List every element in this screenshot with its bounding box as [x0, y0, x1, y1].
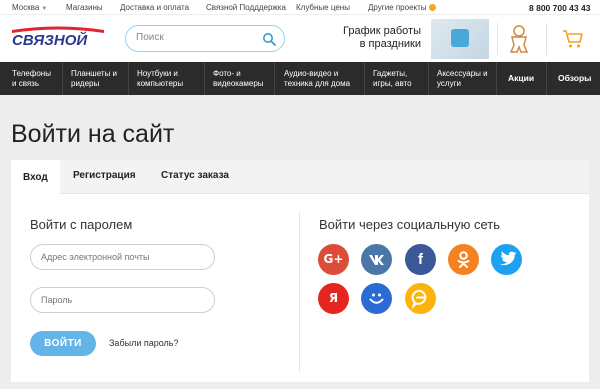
cart-icon[interactable]	[562, 29, 584, 49]
calendar-icon	[451, 29, 469, 47]
promo-text: График работы в праздники	[343, 25, 421, 51]
nav-item-phones[interactable]: Телефоны и связь	[12, 69, 51, 89]
nav-item-promotions[interactable]: Акции	[508, 73, 534, 83]
forgot-password-link[interactable]: Забыли пароль?	[109, 338, 178, 348]
nav-item-tablets[interactable]: Планшеты и ридеры	[71, 69, 117, 89]
twitter-icon	[499, 251, 517, 266]
yandex-icon: Я	[328, 291, 339, 305]
tab-order-status[interactable]: Статус заказа	[149, 160, 241, 194]
city-selector[interactable]: Москва ▼	[12, 3, 47, 12]
mail-ru-button[interactable]	[361, 283, 392, 314]
nav-divider	[128, 62, 129, 95]
promo-image	[431, 19, 489, 59]
logo[interactable]: СВЯЗНОЙ	[10, 25, 106, 49]
vk-button[interactable]	[361, 244, 392, 275]
city-label: Москва	[12, 3, 40, 12]
section-divider	[299, 212, 300, 372]
odnoklassniki-icon	[457, 251, 470, 268]
password-login-heading: Войти с паролем	[30, 217, 133, 232]
projects-badge-icon	[428, 4, 436, 11]
topbar-link-other-projects[interactable]: Другие проекты	[368, 3, 436, 12]
chevron-down-icon: ▼	[41, 6, 48, 12]
nav-divider	[428, 62, 429, 95]
smile-icon	[369, 293, 384, 304]
facebook-button[interactable]: f	[405, 244, 436, 275]
facebook-icon: f	[418, 251, 423, 268]
password-input[interactable]	[41, 295, 206, 305]
topbar-link-support[interactable]: Связной Подддержка	[206, 3, 286, 12]
nav-item-reviews[interactable]: Обзоры	[558, 73, 591, 83]
chat-bubble-icon	[411, 289, 427, 310]
promo-line-1: График работы	[343, 25, 421, 37]
email-input[interactable]	[41, 252, 206, 262]
logo-text: СВЯЗНОЙ	[12, 31, 88, 47]
other-projects-label: Другие проекты	[368, 3, 427, 12]
topbar-link-club-prices[interactable]: Клубные цены	[296, 3, 350, 12]
twitter-button[interactable]	[491, 244, 522, 275]
nav-divider	[496, 62, 497, 95]
login-tabs: Вход Регистрация Статус заказа	[11, 160, 589, 195]
nav-item-audio-video[interactable]: Аудио-видео и техника для дома	[284, 69, 350, 89]
topbar-link-delivery[interactable]: Доставка и оплата	[120, 3, 189, 12]
header: СВЯЗНОЙ График работы в праздники	[0, 14, 600, 62]
login-card: Вход Регистрация Статус заказа Войти с п…	[11, 160, 589, 382]
google-plus-icon: G+	[323, 252, 344, 266]
search-input[interactable]	[136, 32, 256, 43]
login-button[interactable]: ВОЙТИ	[30, 331, 96, 356]
tab-login[interactable]: Вход	[11, 160, 60, 195]
search-box[interactable]	[125, 25, 285, 52]
gingerbread-icon[interactable]	[508, 25, 530, 53]
logo-icon: СВЯЗНОЙ	[12, 26, 104, 49]
nav-divider	[364, 62, 365, 95]
top-utility-bar: Москва ▼ Магазины Доставка и оплата Связн…	[0, 0, 600, 14]
social-login-heading: Войти через социальную сеть	[319, 217, 500, 232]
email-field[interactable]	[30, 244, 215, 270]
header-divider	[546, 23, 547, 55]
nav-item-accessories[interactable]: Аксессуары и услуги	[437, 69, 488, 89]
nav-divider	[546, 62, 547, 95]
vk-icon	[369, 255, 384, 265]
nav-divider	[62, 62, 63, 95]
google-plus-button[interactable]: G+	[318, 244, 349, 275]
nav-item-laptops[interactable]: Ноутбуки и компьютеры	[137, 69, 183, 89]
chat-button[interactable]	[405, 283, 436, 314]
header-divider	[497, 23, 498, 55]
search-icon[interactable]	[262, 32, 276, 46]
holiday-hours-promo[interactable]: График работы в праздники	[343, 19, 489, 59]
nav-item-gadgets[interactable]: Гаджеты, игры, авто	[373, 69, 412, 89]
tab-registration[interactable]: Регистрация	[61, 160, 148, 194]
nav-divider	[274, 62, 275, 95]
odnoklassniki-button[interactable]	[448, 244, 479, 275]
page-title: Войти на сайт	[11, 120, 175, 148]
yandex-button[interactable]: Я	[318, 283, 349, 314]
nav-item-cameras[interactable]: Фото- и видеокамеры	[213, 69, 264, 89]
password-field[interactable]	[30, 287, 215, 313]
nav-divider	[204, 62, 205, 95]
phone-number[interactable]: 8 800 700 43 43	[529, 3, 590, 13]
promo-line-2: в праздники	[359, 38, 421, 50]
topbar-link-stores[interactable]: Магазины	[66, 3, 103, 12]
main-nav: Телефоны и связь Планшеты и ридеры Ноутб…	[0, 62, 600, 95]
